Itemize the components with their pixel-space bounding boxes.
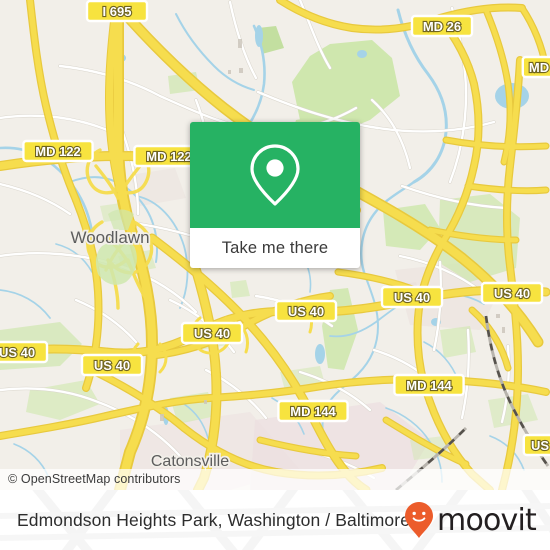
road-shield-label: MD 122 bbox=[35, 144, 81, 159]
road-shield-label: MD 26 bbox=[423, 19, 461, 34]
moovit-logo[interactable]: moovit bbox=[404, 490, 537, 550]
take-me-there-label: Take me there bbox=[221, 238, 329, 257]
road-shield: US bbox=[522, 433, 550, 457]
road-shield-label: US 40 bbox=[394, 290, 430, 305]
moovit-map-screenshot: .rd-major{stroke:#f6dd4e;stroke-linecap:… bbox=[0, 0, 550, 550]
road-shield-label: US 40 bbox=[94, 358, 130, 373]
road-shield-label: MD 144 bbox=[406, 378, 452, 393]
place-label-woodlawn: Woodlawn bbox=[70, 228, 149, 247]
page-title: Edmondson Heights Park, Washington / Bal… bbox=[17, 509, 411, 530]
footer-bar: Edmondson Heights Park, Washington / Bal… bbox=[0, 490, 550, 550]
road-shield-label: US 40 bbox=[288, 304, 324, 319]
road-shield-label: MD 122 bbox=[146, 149, 192, 164]
take-me-there-button[interactable]: Take me there bbox=[190, 228, 360, 268]
road-shield: MD 144 bbox=[277, 399, 349, 423]
road-shield-label: MD 144 bbox=[290, 404, 336, 419]
moovit-smiley-pin-icon bbox=[405, 502, 434, 538]
road-shield: US 40 bbox=[480, 281, 544, 305]
destination-popup-card[interactable]: Take me there bbox=[190, 122, 360, 268]
road-shield: MD 26 bbox=[410, 14, 474, 38]
road-shield-label: I 695 bbox=[103, 4, 132, 19]
road-shield: MD 144 bbox=[393, 373, 465, 397]
road-shield: US 40 bbox=[274, 299, 338, 323]
place-label-catonsville: Catonsville bbox=[151, 453, 229, 470]
road-shield-label: US bbox=[531, 438, 549, 453]
road-shield-label: US 40 bbox=[194, 326, 230, 341]
map-pin-icon bbox=[250, 144, 300, 206]
road-shield: US 40 bbox=[380, 285, 444, 309]
road-shield: MD 122 bbox=[22, 139, 94, 163]
map-attribution[interactable]: © OpenStreetMap contributors bbox=[0, 469, 550, 490]
road-shield: MD bbox=[521, 55, 550, 79]
road-shield: US 40 bbox=[0, 340, 49, 364]
road-shield: US 40 bbox=[180, 321, 244, 345]
road-shield-label: MD bbox=[529, 60, 549, 75]
popup-image-area bbox=[190, 122, 360, 228]
road-shield-label: US 40 bbox=[494, 286, 530, 301]
road-shield: I 695 bbox=[85, 0, 149, 23]
moovit-wordmark: moovit bbox=[437, 502, 537, 538]
road-shield: US 40 bbox=[80, 353, 144, 377]
road-shield-label: US 40 bbox=[0, 345, 35, 360]
